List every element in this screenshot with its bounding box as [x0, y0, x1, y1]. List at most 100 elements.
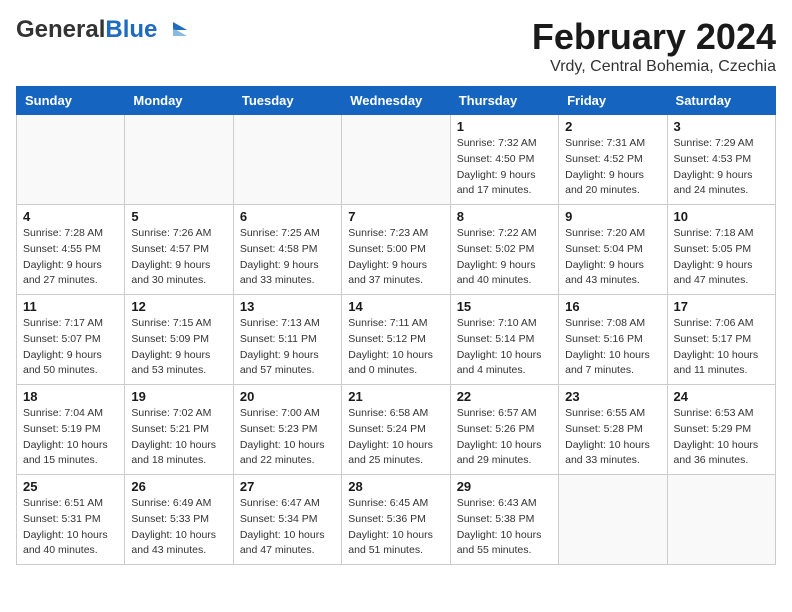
- logo-bird-icon: [159, 20, 187, 40]
- day-number: 23: [565, 389, 660, 404]
- day-info: Sunrise: 7:02 AMSunset: 5:21 PMDaylight:…: [131, 406, 226, 469]
- calendar-cell-4-1: 26Sunrise: 6:49 AMSunset: 5:33 PMDayligh…: [125, 475, 233, 565]
- col-saturday: Saturday: [667, 87, 775, 115]
- day-number: 20: [240, 389, 335, 404]
- day-info: Sunrise: 7:31 AMSunset: 4:52 PMDaylight:…: [565, 136, 660, 199]
- day-number: 11: [23, 299, 118, 314]
- day-info: Sunrise: 6:53 AMSunset: 5:29 PMDaylight:…: [674, 406, 769, 469]
- calendar-cell-4-4: 29 Sunrise: 6:43 AMSunset: 5:38 PMDayligh…: [450, 475, 558, 565]
- calendar-cell-3-2: 20 Sunrise: 7:00 AMSunset: 5:23 PMDayligh…: [233, 385, 341, 475]
- calendar-cell-1-5: 9 Sunrise: 7:20 AMSunset: 5:04 PMDaylight…: [559, 205, 667, 295]
- day-info: Sunrise: 6:58 AMSunset: 5:24 PMDaylight:…: [348, 406, 443, 469]
- calendar-cell-4-0: 25 Sunrise: 6:51 AMSunset: 5:31 PMDayligh…: [17, 475, 125, 565]
- calendar-cell-0-0: [17, 115, 125, 205]
- day-number: 29: [457, 479, 552, 494]
- calendar-cell-1-0: 4 Sunrise: 7:28 AMSunset: 4:55 PMDaylight…: [17, 205, 125, 295]
- week-row-3: 11 Sunrise: 7:17 AMSunset: 5:07 PMDayligh…: [17, 295, 776, 385]
- col-thursday: Thursday: [450, 87, 558, 115]
- day-number: 8: [457, 209, 552, 224]
- day-info: Sunrise: 7:04 AMSunset: 5:19 PMDaylight:…: [23, 406, 118, 469]
- calendar-cell-2-5: 16 Sunrise: 7:08 AMSunset: 5:16 PMDayligh…: [559, 295, 667, 385]
- day-number: 15: [457, 299, 552, 314]
- day-info: Sunrise: 6:47 AMSunset: 5:34 PMDaylight:…: [240, 496, 335, 559]
- day-info: Sunrise: 6:45 AMSunset: 5:36 PMDaylight:…: [348, 496, 443, 559]
- day-number: 2: [565, 119, 660, 134]
- calendar-cell-1-1: 5 Sunrise: 7:26 AMSunset: 4:57 PMDaylight…: [125, 205, 233, 295]
- calendar-cell-2-0: 11 Sunrise: 7:17 AMSunset: 5:07 PMDayligh…: [17, 295, 125, 385]
- day-number: 14: [348, 299, 443, 314]
- month-year-title: February 2024: [532, 16, 776, 58]
- calendar-cell-2-3: 14 Sunrise: 7:11 AMSunset: 5:12 PMDayligh…: [342, 295, 450, 385]
- day-number: 13: [240, 299, 335, 314]
- day-number: 27: [240, 479, 335, 494]
- calendar-table: Sunday Monday Tuesday Wednesday Thursday…: [16, 86, 776, 565]
- day-number: 1: [457, 119, 552, 134]
- day-number: 16: [565, 299, 660, 314]
- day-number: 22: [457, 389, 552, 404]
- location-subtitle: Vrdy, Central Bohemia, Czechia: [532, 58, 776, 76]
- day-info: Sunrise: 7:29 AMSunset: 4:53 PMDaylight:…: [674, 136, 769, 199]
- col-tuesday: Tuesday: [233, 87, 341, 115]
- calendar-cell-2-6: 17 Sunrise: 7:06 AMSunset: 5:17 PMDayligh…: [667, 295, 775, 385]
- day-number: 28: [348, 479, 443, 494]
- day-number: 7: [348, 209, 443, 224]
- day-number: 9: [565, 209, 660, 224]
- calendar-cell-0-1: [125, 115, 233, 205]
- calendar-cell-1-2: 6Sunrise: 7:25 AMSunset: 4:58 PMDaylight…: [233, 205, 341, 295]
- day-info: Sunrise: 6:51 AMSunset: 5:31 PMDaylight:…: [23, 496, 118, 559]
- day-info: Sunrise: 6:43 AMSunset: 5:38 PMDaylight:…: [457, 496, 552, 559]
- calendar-cell-3-4: 22 Sunrise: 6:57 AMSunset: 5:26 PMDayligh…: [450, 385, 558, 475]
- day-number: 19: [131, 389, 226, 404]
- calendar-cell-1-3: 7Sunrise: 7:23 AMSunset: 5:00 PMDaylight…: [342, 205, 450, 295]
- day-info: Sunrise: 7:28 AMSunset: 4:55 PMDaylight:…: [23, 226, 118, 289]
- day-number: 6: [240, 209, 335, 224]
- calendar-cell-4-3: 28 Sunrise: 6:45 AMSunset: 5:36 PMDayligh…: [342, 475, 450, 565]
- day-info: Sunrise: 7:18 AMSunset: 5:05 PMDaylight:…: [674, 226, 769, 289]
- calendar-cell-4-5: [559, 475, 667, 565]
- col-wednesday: Wednesday: [342, 87, 450, 115]
- day-number: 25: [23, 479, 118, 494]
- logo: GeneralBlue: [16, 16, 187, 44]
- calendar-cell-1-6: 10 Sunrise: 7:18 AMSunset: 5:05 PMDayligh…: [667, 205, 775, 295]
- day-number: 10: [674, 209, 769, 224]
- week-row-5: 25 Sunrise: 6:51 AMSunset: 5:31 PMDayligh…: [17, 475, 776, 565]
- calendar-cell-0-3: [342, 115, 450, 205]
- day-info: Sunrise: 7:20 AMSunset: 5:04 PMDaylight:…: [565, 226, 660, 289]
- day-info: Sunrise: 7:22 AMSunset: 5:02 PMDaylight:…: [457, 226, 552, 289]
- day-info: Sunrise: 7:13 AMSunset: 5:11 PMDaylight:…: [240, 316, 335, 379]
- page-header: GeneralBlue February 2024 Vrdy, Central …: [16, 16, 776, 76]
- day-info: Sunrise: 7:00 AMSunset: 5:23 PMDaylight:…: [240, 406, 335, 469]
- calendar-cell-0-2: [233, 115, 341, 205]
- day-number: 4: [23, 209, 118, 224]
- calendar-cell-1-4: 8 Sunrise: 7:22 AMSunset: 5:02 PMDaylight…: [450, 205, 558, 295]
- day-info: Sunrise: 7:32 AMSunset: 4:50 PMDaylight:…: [457, 136, 552, 199]
- day-info: Sunrise: 7:15 AMSunset: 5:09 PMDaylight:…: [131, 316, 226, 379]
- day-number: 12: [131, 299, 226, 314]
- calendar-header-row: Sunday Monday Tuesday Wednesday Thursday…: [17, 87, 776, 115]
- day-info: Sunrise: 7:17 AMSunset: 5:07 PMDaylight:…: [23, 316, 118, 379]
- day-number: 24: [674, 389, 769, 404]
- day-info: Sunrise: 7:06 AMSunset: 5:17 PMDaylight:…: [674, 316, 769, 379]
- day-number: 21: [348, 389, 443, 404]
- day-info: Sunrise: 7:08 AMSunset: 5:16 PMDaylight:…: [565, 316, 660, 379]
- calendar-cell-2-1: 12 Sunrise: 7:15 AMSunset: 5:09 PMDayligh…: [125, 295, 233, 385]
- week-row-2: 4 Sunrise: 7:28 AMSunset: 4:55 PMDaylight…: [17, 205, 776, 295]
- calendar-cell-3-3: 21 Sunrise: 6:58 AMSunset: 5:24 PMDayligh…: [342, 385, 450, 475]
- calendar-cell-0-6: 3Sunrise: 7:29 AMSunset: 4:53 PMDaylight…: [667, 115, 775, 205]
- calendar-cell-2-2: 13 Sunrise: 7:13 AMSunset: 5:11 PMDayligh…: [233, 295, 341, 385]
- calendar-cell-2-4: 15 Sunrise: 7:10 AMSunset: 5:14 PMDayligh…: [450, 295, 558, 385]
- calendar-cell-3-1: 19 Sunrise: 7:02 AMSunset: 5:21 PMDayligh…: [125, 385, 233, 475]
- calendar-cell-3-5: 23Sunrise: 6:55 AMSunset: 5:28 PMDayligh…: [559, 385, 667, 475]
- col-friday: Friday: [559, 87, 667, 115]
- calendar-cell-4-6: [667, 475, 775, 565]
- calendar-cell-0-4: 1 Sunrise: 7:32 AMSunset: 4:50 PMDaylight…: [450, 115, 558, 205]
- day-info: Sunrise: 7:10 AMSunset: 5:14 PMDaylight:…: [457, 316, 552, 379]
- calendar-cell-0-5: 2 Sunrise: 7:31 AMSunset: 4:52 PMDaylight…: [559, 115, 667, 205]
- day-info: Sunrise: 6:57 AMSunset: 5:26 PMDaylight:…: [457, 406, 552, 469]
- day-info: Sunrise: 7:11 AMSunset: 5:12 PMDaylight:…: [348, 316, 443, 379]
- day-number: 5: [131, 209, 226, 224]
- day-number: 17: [674, 299, 769, 314]
- title-section: February 2024 Vrdy, Central Bohemia, Cze…: [532, 16, 776, 76]
- day-number: 26: [131, 479, 226, 494]
- day-info: Sunrise: 7:26 AMSunset: 4:57 PMDaylight:…: [131, 226, 226, 289]
